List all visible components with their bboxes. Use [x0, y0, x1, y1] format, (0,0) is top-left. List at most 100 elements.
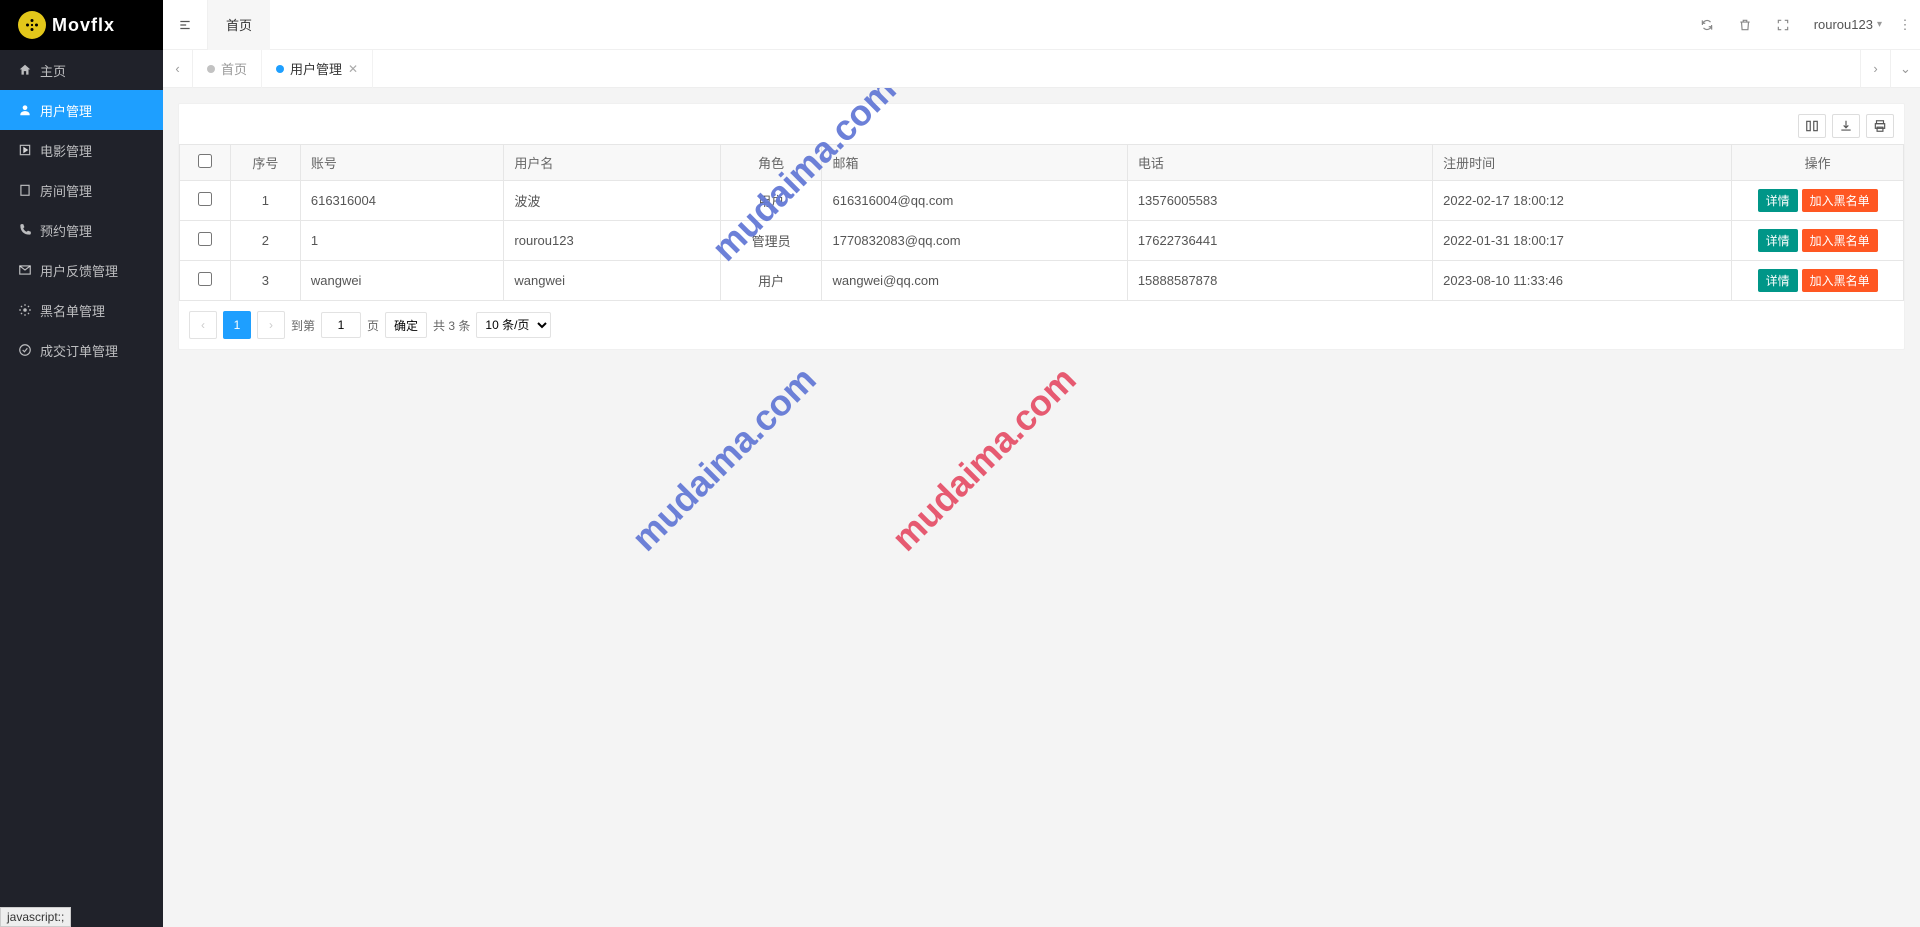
table-row: 1616316004波波用户616316004@qq.com1357600558…: [180, 181, 1904, 221]
col-header-username: 用户名: [504, 145, 720, 181]
tab-dot-icon: [207, 65, 215, 73]
logo[interactable]: Movflx: [0, 0, 163, 50]
cell-role: 用户: [720, 181, 822, 221]
col-header-role: 角色: [720, 145, 822, 181]
tab-label: 用户管理: [290, 59, 342, 78]
cell-phone: 13576005583: [1127, 181, 1432, 221]
tab-close-icon[interactable]: ✕: [348, 62, 358, 76]
pagesize-select[interactable]: 10 条/页: [476, 312, 551, 338]
cell-email: 616316004@qq.com: [822, 181, 1127, 221]
table-row: 3wangweiwangwei用户wangwei@qq.com158885878…: [180, 261, 1904, 301]
page-next-button[interactable]: ›: [257, 311, 285, 339]
total-label: 共 3 条: [433, 317, 470, 334]
cell-regtime: 2022-01-31 18:00:17: [1433, 221, 1732, 261]
sidebar-item-movie-mgmt[interactable]: 电影管理: [0, 130, 163, 170]
home-icon: [18, 63, 32, 77]
chevron-left-icon: ‹: [201, 318, 205, 332]
header-tab-home[interactable]: 首页: [208, 0, 270, 50]
detail-button[interactable]: 详情: [1758, 269, 1798, 292]
tab-user-mgmt[interactable]: 用户管理 ✕: [262, 50, 373, 88]
col-header-op: 操作: [1732, 145, 1904, 181]
user-menu[interactable]: rourou123 ▾: [1802, 0, 1890, 50]
watermark: mudaima.com: [884, 359, 1085, 560]
sidebar-item-room-mgmt[interactable]: 房间管理: [0, 170, 163, 210]
select-all-checkbox[interactable]: [198, 154, 212, 168]
fullscreen-button[interactable]: [1764, 0, 1802, 50]
cell-seq: 3: [230, 261, 300, 301]
cell-phone: 15888587878: [1127, 261, 1432, 301]
col-header-regtime: 注册时间: [1433, 145, 1732, 181]
phone-icon: [18, 223, 32, 237]
tab-label: 首页: [221, 59, 247, 78]
chevron-down-icon: ⌄: [1900, 61, 1911, 77]
cell-op: 详情加入黑名单: [1732, 261, 1904, 301]
sidebar-item-user-mgmt[interactable]: 用户管理: [0, 90, 163, 130]
check-circle-icon: [18, 343, 32, 357]
cell-seq: 1: [230, 181, 300, 221]
sidebar-item-label: 主页: [40, 61, 66, 80]
goto-confirm-button[interactable]: 确定: [385, 312, 427, 338]
detail-button[interactable]: 详情: [1758, 189, 1798, 212]
sidebar-item-booking-mgmt[interactable]: 预约管理: [0, 210, 163, 250]
row-checkbox[interactable]: [198, 232, 212, 246]
cell-phone: 17622736441: [1127, 221, 1432, 261]
page-number-1[interactable]: 1: [223, 311, 251, 339]
col-header-email: 邮箱: [822, 145, 1127, 181]
row-checkbox[interactable]: [198, 272, 212, 286]
caret-down-icon: ▾: [1877, 19, 1882, 30]
sidebar-item-label: 房间管理: [40, 181, 92, 200]
header: 首页 rourou123 ▾ ⋮: [163, 0, 1920, 50]
user-table: 序号 账号 用户名 角色 邮箱 电话 注册时间 操作 1616316004波波用…: [179, 144, 1904, 301]
cell-regtime: 2022-02-17 18:00:12: [1433, 181, 1732, 221]
table-row: 21rourou123管理员1770832083@qq.com176227364…: [180, 221, 1904, 261]
sidebar-collapse-button[interactable]: [163, 0, 208, 50]
chevron-right-icon: ›: [1873, 61, 1877, 76]
cell-account: 1: [300, 221, 504, 261]
more-button[interactable]: ⋮: [1890, 17, 1920, 33]
col-header-seq: 序号: [230, 145, 300, 181]
main: 首页 rourou123 ▾ ⋮: [163, 0, 1920, 927]
col-header-checkbox: [180, 145, 231, 181]
film-reel-icon: [18, 11, 46, 39]
tab-dropdown[interactable]: ⌄: [1890, 50, 1920, 88]
goto-label-suffix: 页: [367, 317, 379, 334]
blacklist-button[interactable]: 加入黑名单: [1802, 189, 1878, 212]
delete-button[interactable]: [1726, 0, 1764, 50]
row-checkbox[interactable]: [198, 192, 212, 206]
chevron-left-icon: ‹: [175, 61, 179, 76]
sidebar-item-home[interactable]: 主页: [0, 50, 163, 90]
detail-button[interactable]: 详情: [1758, 229, 1798, 252]
print-icon: [1873, 119, 1887, 133]
cell-email: wangwei@qq.com: [822, 261, 1127, 301]
sidebar: Movflx 主页 用户管理 电影管理 房间管理 预约管理: [0, 0, 163, 927]
cell-op: 详情加入黑名单: [1732, 221, 1904, 261]
goto-page-input[interactable]: [321, 312, 361, 338]
logo-text: Movflx: [52, 15, 115, 36]
content: 序号 账号 用户名 角色 邮箱 电话 注册时间 操作 1616316004波波用…: [163, 88, 1920, 927]
cell-account: wangwei: [300, 261, 504, 301]
export-button[interactable]: [1832, 114, 1860, 138]
cell-email: 1770832083@qq.com: [822, 221, 1127, 261]
tab-scroll-left[interactable]: ‹: [163, 50, 193, 88]
page-prev-button[interactable]: ‹: [189, 311, 217, 339]
nav: 主页 用户管理 电影管理 房间管理 预约管理 用户反馈管理: [0, 50, 163, 370]
sidebar-item-feedback-mgmt[interactable]: 用户反馈管理: [0, 250, 163, 290]
print-button[interactable]: [1866, 114, 1894, 138]
col-header-phone: 电话: [1127, 145, 1432, 181]
refresh-button[interactable]: [1688, 0, 1726, 50]
sidebar-item-blacklist-mgmt[interactable]: 黑名单管理: [0, 290, 163, 330]
watermark: mudaima.com: [624, 359, 825, 560]
expand-icon: [1776, 18, 1790, 32]
panel: 序号 账号 用户名 角色 邮箱 电话 注册时间 操作 1616316004波波用…: [178, 103, 1905, 350]
tabbar: ‹ 首页 用户管理 ✕ › ⌄: [163, 50, 1920, 88]
trash-icon: [1738, 18, 1752, 32]
sidebar-item-label: 预约管理: [40, 221, 92, 240]
cell-username: wangwei: [504, 261, 720, 301]
sidebar-item-order-mgmt[interactable]: 成交订单管理: [0, 330, 163, 370]
tab-scroll-right[interactable]: ›: [1860, 50, 1890, 88]
tab-home[interactable]: 首页: [193, 50, 262, 88]
blacklist-button[interactable]: 加入黑名单: [1802, 269, 1878, 292]
columns-button[interactable]: [1798, 114, 1826, 138]
tab-dot-icon: [276, 65, 284, 73]
blacklist-button[interactable]: 加入黑名单: [1802, 229, 1878, 252]
